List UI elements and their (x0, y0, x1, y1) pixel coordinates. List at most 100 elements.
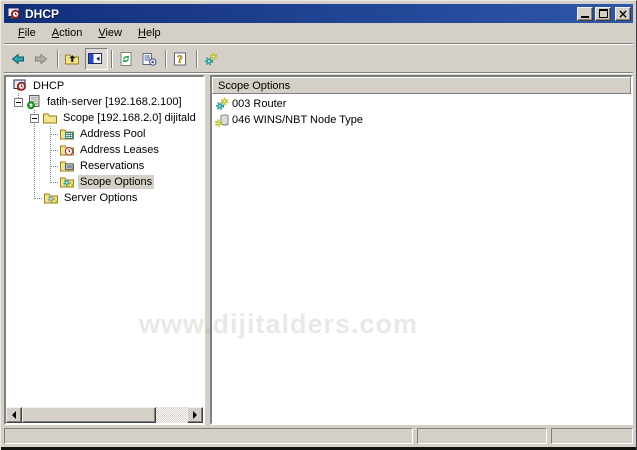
tree-expander-collapse[interactable] (30, 114, 39, 123)
scope-folder-icon (42, 110, 58, 126)
help-icon: ? (172, 51, 188, 67)
scroll-left-icon (12, 411, 16, 419)
tree-item-dhcp[interactable]: DHCP (6, 78, 203, 94)
scope-options-icon (59, 174, 75, 190)
address-pool-icon (59, 126, 75, 142)
scrollbar-thumb[interactable] (22, 407, 156, 423)
menu-action[interactable]: Action (44, 25, 91, 42)
scroll-right-icon (193, 411, 197, 419)
tree-item-label: Scope Options (78, 175, 154, 189)
list-item-label: 046 WINS/NBT Node Type (232, 114, 363, 126)
list-item-003-router[interactable]: 003 Router (212, 96, 631, 112)
tree-expander-collapse[interactable] (14, 98, 23, 107)
tree-indent (6, 150, 50, 151)
status-panel (417, 428, 547, 444)
minimize-icon (581, 16, 589, 18)
server-options-icon (43, 190, 59, 206)
tree-item-label: DHCP (31, 79, 66, 93)
up-one-level-button[interactable] (62, 48, 85, 70)
show-console-tree-icon (87, 51, 103, 67)
menu-help[interactable]: Help (130, 25, 169, 42)
tree-item-server-options[interactable]: Server Options (6, 190, 203, 206)
window-controls: × (575, 7, 631, 21)
minimize-button[interactable] (577, 7, 593, 21)
status-bar (4, 425, 633, 447)
toolbar: ? (4, 45, 633, 72)
tree-item-label: fatih-server [192.168.2.100] (45, 95, 184, 109)
option-server-icon (214, 112, 230, 128)
tree-item-address-pool[interactable]: Address Pool (6, 126, 203, 142)
export-list-button[interactable] (139, 48, 162, 70)
toolbar-separator (165, 50, 167, 68)
tree-item-reservations[interactable]: Reservations (6, 158, 203, 174)
option-gears-icon (214, 96, 230, 112)
tree-connector (50, 166, 58, 167)
tree-item-label: Reservations (78, 159, 146, 173)
svg-text:?: ? (177, 54, 183, 66)
forward-arrow-button[interactable] (31, 48, 54, 70)
tree-connector (50, 182, 58, 183)
tree-indent (6, 198, 34, 199)
back-arrow-button[interactable] (8, 48, 31, 70)
list-item-046-wins-nbt-node-type[interactable]: 046 WINS/NBT Node Type (212, 112, 631, 128)
menu-bar: FileActionViewHelp (4, 24, 633, 43)
forward-arrow-icon (33, 51, 49, 67)
list-view: 003 Router 046 WINS/NBT Node Type (212, 94, 631, 423)
main-area: DHCP fatih-server [192.168.2.100] Scope [1… (4, 75, 633, 425)
toolbar-main-divider (4, 72, 633, 74)
address-leases-icon (59, 142, 75, 158)
toolbar-separator (111, 50, 113, 68)
tree-item-scope-192-168-2-0-dijitald[interactable]: Scope [192.168.2.0] dijitald (6, 110, 203, 126)
show-console-tree-button[interactable] (85, 48, 108, 70)
tree-indent (6, 118, 27, 119)
scroll-right-button[interactable] (187, 407, 203, 423)
tree-horizontal-scrollbar (6, 407, 203, 423)
gears-icon (203, 51, 219, 67)
tree-view: DHCP fatih-server [192.168.2.100] Scope [1… (6, 77, 203, 407)
scroll-left-button[interactable] (6, 407, 22, 423)
dhcp-server-icon (26, 94, 42, 110)
console-tree-pane: DHCP fatih-server [192.168.2.100] Scope [1… (4, 75, 205, 425)
up-one-level-icon (64, 51, 80, 67)
tree-connector (50, 134, 58, 135)
refresh-button[interactable] (116, 48, 139, 70)
help-button[interactable]: ? (170, 48, 193, 70)
close-button[interactable]: × (615, 7, 631, 21)
tree-connector (34, 198, 42, 199)
status-panel (4, 428, 413, 444)
toolbar-separator (57, 50, 59, 68)
minus-icon (32, 118, 37, 119)
scrollbar-track[interactable] (156, 407, 187, 423)
dhcp-app-icon (6, 6, 22, 22)
tree-item-address-leases[interactable]: Address Leases (6, 142, 203, 158)
list-column-header[interactable]: Scope Options (212, 77, 631, 94)
tree-indent (6, 102, 11, 103)
tree-connector (50, 150, 58, 151)
export-list-icon (141, 51, 157, 67)
maximize-button[interactable] (595, 7, 611, 21)
title-bar[interactable]: DHCP × (4, 4, 633, 23)
gears-button[interactable] (201, 48, 224, 70)
menu-file[interactable]: File (10, 25, 44, 42)
tree-item-label: Address Pool (78, 127, 147, 141)
close-icon: × (618, 9, 628, 19)
toolbar-separator (196, 50, 198, 68)
refresh-icon (118, 51, 134, 67)
dhcp-console-icon (12, 78, 28, 94)
tree-indent (6, 134, 50, 135)
tree-item-label: Address Leases (78, 143, 161, 157)
list-item-label: 003 Router (232, 98, 286, 110)
tree-item-label: Scope [192.168.2.0] dijitald (61, 111, 198, 125)
tree-indent (6, 182, 50, 183)
menu-view[interactable]: View (90, 25, 130, 42)
status-panel (551, 428, 633, 444)
dhcp-console-window: DHCP × FileActionViewHelp ? DHCP fatih-se… (0, 0, 637, 450)
tree-item-fatih-server-192-168-2-100[interactable]: fatih-server [192.168.2.100] (6, 94, 203, 110)
window-title: DHCP (25, 7, 575, 21)
tree-item-scope-options[interactable]: Scope Options (6, 174, 203, 190)
maximize-icon (599, 9, 608, 18)
reservations-icon (59, 158, 75, 174)
minus-icon (16, 102, 21, 103)
tree-indent (6, 166, 50, 167)
tree-item-label: Server Options (62, 191, 139, 205)
